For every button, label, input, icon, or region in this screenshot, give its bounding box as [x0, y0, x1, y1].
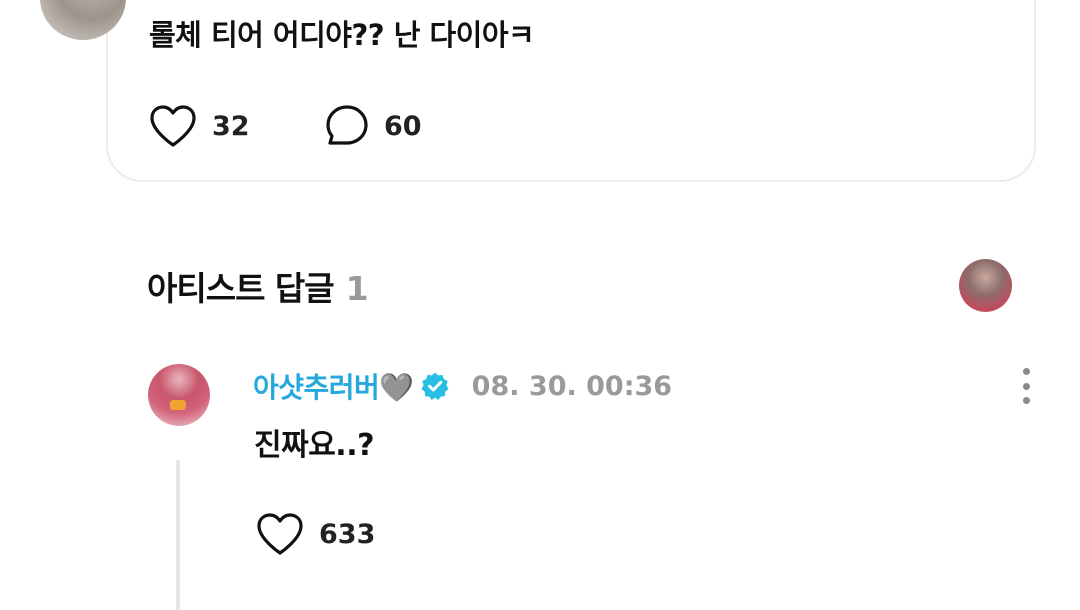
post-like-button[interactable]: 32 — [148, 103, 250, 149]
artist-avatar[interactable] — [959, 259, 1012, 312]
reply-header: 아샷추러버🩶 08. 30. 00:36 — [253, 366, 672, 406]
post-like-count: 32 — [212, 110, 250, 142]
reply-like-button[interactable]: 633 — [255, 511, 375, 557]
reply-like-count: 633 — [319, 518, 376, 550]
post-comment-button[interactable]: 60 — [324, 103, 422, 149]
reply-author-name[interactable]: 아샷추러버🩶 — [253, 366, 414, 406]
speech-bubble-icon — [326, 105, 368, 145]
heart-outline-icon — [150, 105, 196, 147]
verified-badge-icon — [421, 372, 449, 400]
artist-replies-label: 아티스트 답글 — [147, 269, 335, 308]
post-text: 롤체 티어 어디야?? 난 다이아ㅋ — [149, 18, 535, 52]
more-dot — [1022, 397, 1030, 404]
artist-replies-count: 1 — [345, 269, 369, 308]
avatar-shirt-badge — [170, 400, 186, 410]
reply-timestamp: 08. 30. 00:36 — [471, 370, 673, 402]
more-vertical-icon[interactable] — [1014, 368, 1038, 404]
artist-replies-title: 아티스트 답글 1 — [147, 262, 369, 310]
thread-line — [176, 460, 180, 610]
reply-author-avatar[interactable] — [148, 364, 210, 426]
more-dot — [1022, 368, 1030, 375]
heart-outline-icon — [257, 513, 303, 555]
reply-text: 진짜요..? — [254, 428, 375, 463]
more-dot — [1022, 382, 1030, 390]
post-comment-count: 60 — [384, 110, 422, 142]
